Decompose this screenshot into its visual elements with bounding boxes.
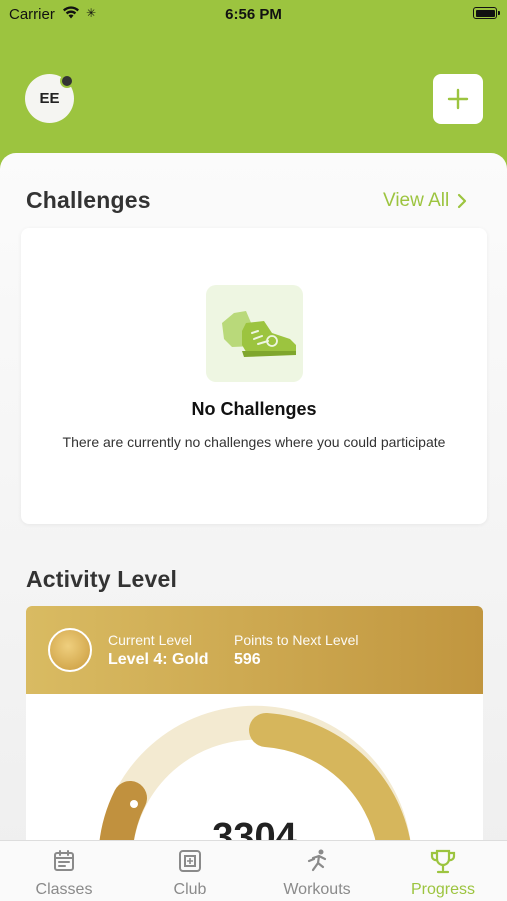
tab-workouts-label: Workouts bbox=[283, 881, 351, 898]
tab-club-label: Club bbox=[173, 881, 207, 898]
calendar-icon bbox=[54, 850, 74, 871]
chevron-right-icon bbox=[458, 193, 467, 209]
next-level-label: Points to Next Level bbox=[234, 632, 359, 648]
empty-state-message: There are currently no challenges where … bbox=[62, 434, 446, 450]
challenges-empty-card: No Challenges There are currently no cha… bbox=[21, 228, 487, 524]
current-level-label: Current Level bbox=[108, 632, 193, 648]
current-level-value: Level 4: Gold bbox=[108, 651, 209, 668]
next-level-value: 596 bbox=[234, 651, 261, 668]
add-button[interactable] bbox=[433, 74, 483, 124]
sneakers-icon bbox=[206, 285, 303, 382]
battery-icon bbox=[473, 7, 500, 19]
runner-icon bbox=[307, 849, 327, 872]
activity-level-title: Activity Level bbox=[26, 566, 178, 592]
level-header: Current Level Level 4: Gold Points to Ne… bbox=[26, 606, 483, 694]
tab-bar: Classes Club Workouts Progress bbox=[0, 840, 507, 901]
clock: 6:56 PM bbox=[225, 6, 282, 23]
trophy-icon bbox=[430, 849, 456, 874]
avatar-initials: EE bbox=[39, 90, 60, 107]
tab-progress[interactable]: Progress bbox=[380, 841, 506, 901]
tab-classes-label: Classes bbox=[35, 881, 93, 898]
tab-club[interactable]: Club bbox=[127, 841, 253, 901]
avatar[interactable]: EE bbox=[25, 74, 74, 123]
plus-icon bbox=[447, 88, 469, 110]
view-all-link[interactable]: View All bbox=[383, 190, 467, 212]
challenges-title: Challenges bbox=[26, 187, 151, 213]
tab-classes[interactable]: Classes bbox=[1, 841, 127, 901]
tab-workouts[interactable]: Workouts bbox=[254, 841, 380, 901]
activity-level-card: Current Level Level 4: Gold Points to Ne… bbox=[26, 606, 483, 846]
status-bar: Carrier ✳ 6:56 PM bbox=[0, 0, 507, 30]
empty-state-title: No Challenges bbox=[191, 399, 317, 419]
view-all-label: View All bbox=[383, 190, 450, 211]
notification-dot bbox=[60, 74, 74, 88]
tab-progress-label: Progress bbox=[410, 881, 476, 898]
gold-medal-icon bbox=[48, 628, 92, 672]
club-icon bbox=[179, 850, 201, 872]
